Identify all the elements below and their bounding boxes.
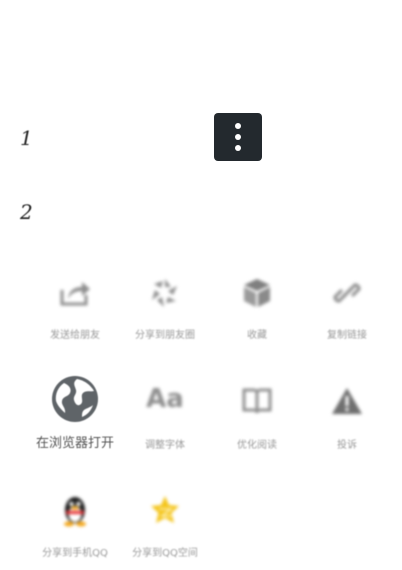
link-icon <box>331 277 363 313</box>
favorite-cube-icon <box>241 276 273 314</box>
more-vertical-icon-dot <box>235 134 241 140</box>
book-icon <box>241 386 273 420</box>
warning-icon <box>330 386 364 420</box>
menu-item-copy-link[interactable]: 复制链接 <box>292 274 402 344</box>
moments-icon <box>148 276 182 314</box>
more-vertical-icon <box>235 123 241 129</box>
step-number-2: 2 <box>20 200 33 224</box>
menu-item-report[interactable]: 投诉 <box>292 372 402 452</box>
font-size-icon: Aa <box>146 384 184 414</box>
more-vertical-icon-dot <box>235 145 241 151</box>
menu-item-label: 分享到QQ空间 <box>132 548 198 559</box>
qzone-star-icon <box>149 494 181 530</box>
globe-icon <box>50 374 100 428</box>
menu-item-share-qzone[interactable]: 分享到QQ空间 <box>110 490 220 560</box>
step-number-1: 1 <box>20 126 33 150</box>
menu-item-label: 投诉 <box>337 440 357 451</box>
qq-penguin-icon <box>60 494 90 532</box>
more-options-button[interactable] <box>214 113 262 161</box>
forward-icon <box>57 278 93 312</box>
menu-item-label: 复制链接 <box>327 330 367 341</box>
